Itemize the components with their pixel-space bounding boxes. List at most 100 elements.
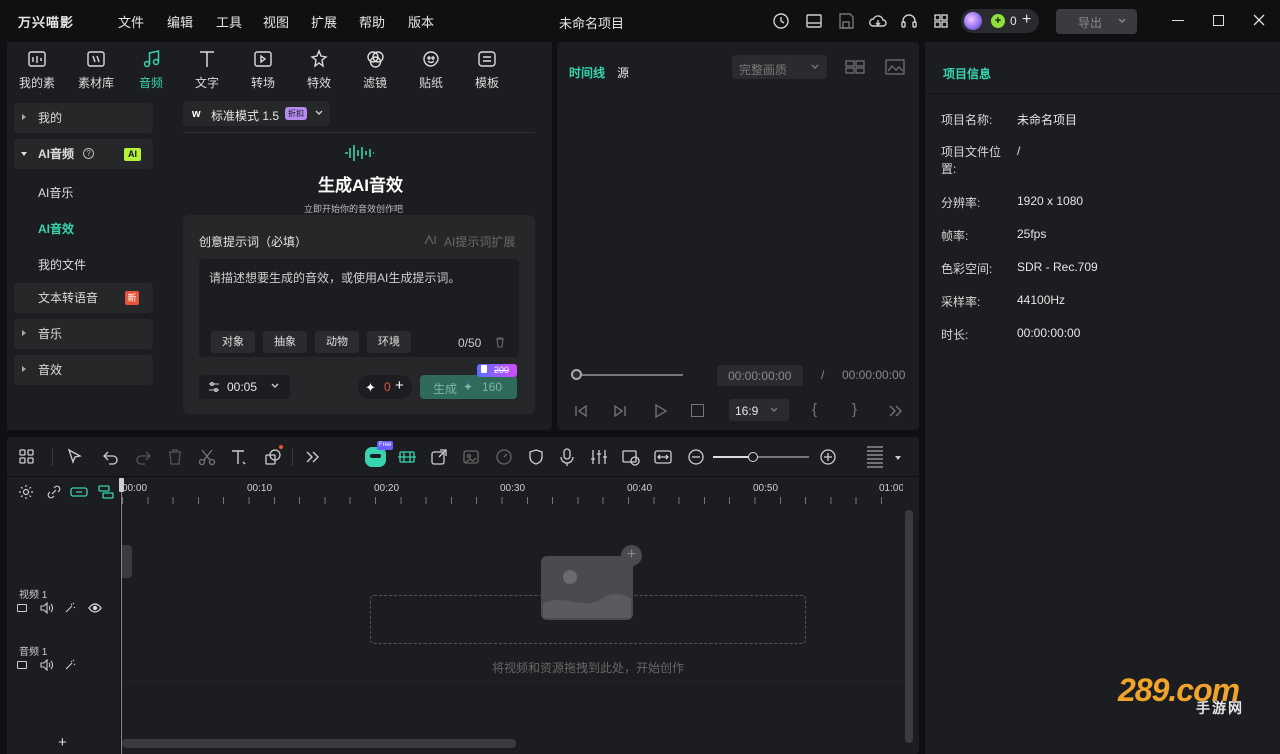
category-effects[interactable]: 特效 [297, 48, 341, 91]
minimize-icon[interactable] [1172, 20, 1184, 21]
link-icon[interactable] [70, 484, 88, 500]
mark-in-icon[interactable]: { [812, 401, 817, 418]
unlink-icon[interactable] [46, 484, 62, 500]
mask-icon[interactable] [526, 447, 546, 467]
track-settings-icon[interactable] [18, 484, 34, 500]
headset-icon[interactable] [898, 10, 920, 32]
expand-toolbar-icon[interactable] [303, 447, 323, 467]
fit-timeline-icon[interactable] [653, 447, 673, 467]
collapse-handle[interactable] [122, 545, 132, 578]
playhead-handle[interactable] [119, 478, 124, 492]
add-media-icon[interactable]: + [621, 545, 642, 566]
image-edit-icon[interactable] [461, 447, 481, 467]
more-controls-icon[interactable] [888, 403, 904, 419]
chip-environment[interactable]: 环境 [367, 331, 411, 353]
stop-icon[interactable] [691, 404, 704, 417]
close-icon[interactable] [1252, 13, 1266, 27]
add-track-icon[interactable]: + [58, 734, 67, 751]
panels-grid-icon[interactable] [17, 447, 37, 467]
chevron-down-icon [314, 108, 324, 118]
sidebar-item-sound-fx[interactable]: 音效 [14, 355, 153, 385]
shape-tool-icon[interactable] [263, 447, 283, 467]
menu-tools[interactable]: 工具 [216, 12, 242, 31]
history-icon[interactable] [770, 10, 792, 32]
track-height-icon[interactable] [867, 446, 883, 468]
menu-extensions[interactable]: 扩展 [311, 12, 337, 31]
scrubber-handle[interactable] [571, 369, 582, 380]
maximize-icon[interactable] [1213, 15, 1224, 26]
zoom-slider-handle[interactable] [748, 452, 758, 462]
category-filter[interactable]: 滤镜 [353, 48, 397, 91]
mode-logo-icon: w [192, 108, 201, 120]
chevron-down-icon[interactable] [895, 456, 901, 460]
horizontal-scrollbar[interactable] [122, 739, 516, 748]
visibility-icon[interactable] [88, 603, 102, 613]
chip-object[interactable]: 对象 [211, 331, 255, 353]
audio-track-lane [122, 680, 905, 736]
chip-abstract[interactable]: 抽象 [263, 331, 307, 353]
category-audio[interactable]: 音频 [129, 48, 173, 91]
apps-grid-icon[interactable] [930, 10, 952, 32]
text-tool-icon[interactable] [229, 447, 249, 467]
prompt-expand-button[interactable]: AI提示词扩展 [444, 233, 515, 250]
select-tool-icon[interactable] [65, 447, 85, 467]
category-transition[interactable]: 转场 [241, 48, 285, 91]
redo-icon[interactable] [133, 447, 153, 467]
zoom-out-icon[interactable] [686, 447, 706, 467]
speed-icon[interactable] [494, 447, 514, 467]
multicam-icon[interactable] [621, 447, 641, 467]
menu-file[interactable]: 文件 [118, 12, 144, 31]
snap-icon[interactable] [97, 484, 115, 500]
tab-source[interactable]: 源 [617, 64, 629, 81]
add-credit-icon[interactable]: + [395, 377, 404, 394]
chip-animal[interactable]: 动物 [315, 331, 359, 353]
menu-help[interactable]: 帮助 [359, 12, 385, 31]
sidebar-item-label: 音效 [38, 363, 63, 377]
avatar[interactable] [964, 12, 982, 30]
sidebar-item-mine[interactable]: 我的 [14, 103, 153, 133]
sidebar-item-ai-sfx[interactable]: AI音效 [38, 220, 74, 237]
effect-track-icon[interactable] [64, 602, 76, 614]
tab-timeline[interactable]: 时间线 [569, 64, 605, 81]
category-sticker[interactable]: 贴纸 [409, 48, 453, 91]
mute-track-icon[interactable] [40, 602, 53, 614]
effect-track-icon[interactable] [64, 659, 76, 671]
export-clip-icon[interactable] [429, 447, 449, 467]
sidebar-item-my-files[interactable]: 我的文件 [38, 256, 86, 273]
generator-title: 生成AI音效 [318, 176, 403, 195]
scrubber-track[interactable] [575, 374, 683, 376]
play-icon[interactable] [652, 403, 668, 419]
delete-icon[interactable] [165, 447, 185, 467]
category-template[interactable]: 模板 [465, 48, 509, 91]
category-stock[interactable]: 素材库 [74, 48, 118, 91]
snapshot-icon[interactable] [885, 59, 905, 75]
lock-track-icon[interactable] [17, 604, 27, 612]
category-text[interactable]: 文字 [185, 48, 229, 91]
sidebar-item-ai-music[interactable]: AI音乐 [38, 184, 73, 201]
grid-view-icon[interactable] [845, 59, 865, 75]
layout-icon[interactable] [803, 10, 825, 32]
sfx-waveform-icon [343, 143, 375, 163]
split-icon[interactable] [197, 447, 217, 467]
mode-label: 标准模式 1.5 [211, 109, 280, 123]
vertical-scrollbar[interactable] [905, 510, 913, 743]
trash-icon[interactable] [494, 336, 506, 348]
auto-highlight-icon[interactable] [397, 447, 417, 467]
prev-frame-icon[interactable] [573, 403, 589, 419]
next-frame-icon[interactable] [612, 403, 628, 419]
mute-track-icon[interactable] [40, 659, 53, 671]
microphone-icon[interactable] [557, 447, 577, 467]
zoom-in-icon[interactable] [818, 447, 838, 467]
menu-version[interactable]: 版本 [408, 12, 434, 31]
cloud-icon[interactable] [867, 10, 889, 32]
undo-icon[interactable] [101, 447, 121, 467]
menu-edit[interactable]: 编辑 [167, 12, 193, 31]
save-icon[interactable] [835, 10, 857, 32]
add-credits-icon[interactable]: + [1022, 11, 1031, 29]
mark-out-icon[interactable]: } [852, 401, 857, 418]
menu-view[interactable]: 视图 [263, 12, 289, 31]
lock-track-icon[interactable] [17, 661, 27, 669]
sidebar-item-music[interactable]: 音乐 [14, 319, 153, 349]
help-icon[interactable]: ? [83, 148, 94, 159]
audio-mixer-icon[interactable] [589, 447, 609, 467]
